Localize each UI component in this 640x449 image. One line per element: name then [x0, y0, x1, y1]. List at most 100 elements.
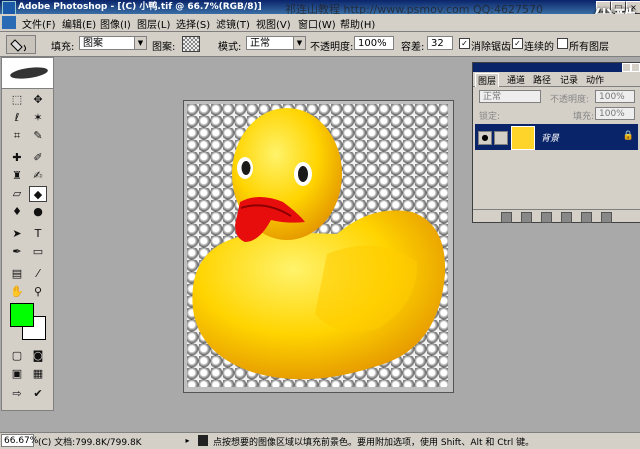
eyedropper-icon[interactable]: ⁄ — [29, 266, 47, 282]
menu-file[interactable]: 文件(F) — [22, 16, 56, 31]
tolerance-input[interactable]: 32 — [427, 36, 453, 50]
pattern-label: 图案: — [152, 42, 176, 53]
layer-name: 背景 — [541, 134, 560, 144]
toolbox-header[interactable] — [2, 58, 53, 89]
palette-minimize-button[interactable] — [622, 63, 631, 72]
imageready-icon[interactable]: ✔ — [29, 386, 47, 402]
layer-set-icon[interactable] — [541, 212, 552, 223]
tab-history[interactable]: 记录 — [560, 73, 578, 86]
layer-opacity-input[interactable]: 100% — [595, 90, 635, 103]
feather-logo-icon — [9, 65, 49, 81]
menu-bar: 文件(F) 编辑(E) 图像(I) 图层(L) 选择(S) 滤镜(T) 视图(V… — [0, 14, 640, 32]
photoshop-menu-icon[interactable] — [2, 16, 16, 29]
shape-icon[interactable]: ▭ — [29, 244, 47, 260]
layer-thumbnail — [511, 126, 535, 150]
layer-row-background[interactable]: ● 背景 🔒 — [475, 124, 638, 150]
antialias-checkbox[interactable]: ✓ — [459, 38, 470, 49]
notes-icon[interactable]: ▤ — [8, 266, 26, 282]
mode-select[interactable]: 正常 ▼ — [246, 36, 306, 50]
adjustment-layer-icon[interactable] — [561, 212, 572, 223]
magic-wand-icon[interactable]: ✶ — [29, 110, 47, 126]
options-bar: 填充: 图案 ▼ 图案: 模式: 正常 ▼ 不透明度: 100% 容差: 32 … — [0, 32, 640, 57]
jump-to-icon[interactable]: ⇨ — [8, 386, 26, 402]
dodge-icon[interactable]: ● — [29, 204, 47, 220]
eraser-icon[interactable]: ▱ — [8, 186, 26, 202]
zoom-field[interactable]: 66.67% — [1, 434, 38, 447]
paint-bucket-icon — [10, 39, 26, 52]
menu-window[interactable]: 窗口(W) — [298, 16, 336, 31]
tolerance-value: 32 — [431, 38, 444, 49]
document-info: (C) 文档:799.8K/799.8K — [38, 438, 142, 448]
delete-layer-icon[interactable] — [601, 212, 612, 223]
palette-titlebar[interactable] — [473, 63, 640, 72]
layer-mask-icon[interactable] — [521, 212, 532, 223]
tool-preset-picker[interactable] — [6, 35, 36, 54]
title-bar: Adobe Photoshop - [(C) 小鸭.tif @ 66.7%(RG… — [0, 0, 640, 16]
status-menu-arrow[interactable]: ▸ — [182, 435, 193, 446]
screen-mode-icon[interactable]: ▣ — [8, 366, 26, 382]
opacity-value: 100% — [358, 38, 387, 49]
layer-fill-input[interactable]: 100% — [595, 107, 635, 120]
tab-actions[interactable]: 动作 — [586, 73, 604, 86]
pattern-picker[interactable] — [182, 36, 200, 52]
layer-opacity-value: 100% — [599, 92, 625, 102]
menu-filter[interactable]: 滤镜(T) — [216, 16, 250, 31]
crop-icon[interactable]: ⌗ — [8, 128, 26, 144]
path-select-icon[interactable]: ➤ — [8, 226, 26, 242]
opacity-label: 不透明度: — [310, 42, 354, 53]
healing-brush-icon[interactable]: ✚ — [8, 150, 26, 166]
history-brush-icon[interactable]: ✍ — [29, 168, 47, 184]
layer-fill-label: 填充: — [573, 112, 595, 122]
type-icon[interactable]: T — [29, 226, 47, 242]
palette-bottom-bar — [473, 209, 640, 223]
hand-icon[interactable]: ✋ — [8, 284, 26, 300]
blend-mode-value: 正常 — [483, 92, 502, 102]
palette-close-button[interactable] — [631, 63, 640, 72]
fill-select[interactable]: 图案 ▼ — [79, 36, 147, 50]
layer-opacity-label: 不透明度: — [550, 95, 590, 105]
opacity-input[interactable]: 100% — [354, 36, 394, 50]
menu-select[interactable]: 选择(S) — [176, 16, 210, 31]
photoshop-app-icon — [2, 1, 16, 15]
tolerance-label: 容差: — [401, 42, 425, 53]
clone-stamp-icon[interactable]: ♜ — [8, 168, 26, 184]
mode-select-value: 正常 — [250, 38, 270, 49]
blur-icon[interactable]: ♦ — [8, 204, 26, 220]
fullscreen-mode-icon[interactable]: ▦ — [29, 366, 47, 382]
paint-bucket-tool-icon[interactable]: ◆ — [29, 186, 47, 202]
quickmask-off-icon[interactable]: ▢ — [8, 348, 26, 364]
lasso-icon[interactable]: ℓ — [8, 110, 26, 126]
slice-icon[interactable]: ✎ — [29, 128, 47, 144]
move-icon[interactable]: ✥ — [29, 92, 47, 108]
lock-label: 锁定: — [479, 112, 501, 122]
image-canvas[interactable] — [187, 104, 448, 387]
marquee-icon[interactable]: ⬚ — [8, 92, 26, 108]
contiguous-checkbox[interactable]: ✓ — [512, 38, 523, 49]
menu-image[interactable]: 图像(I) — [100, 16, 131, 31]
brush-link-icon[interactable] — [494, 131, 508, 145]
contiguous-label: 连续的 — [524, 42, 554, 53]
foreground-color-swatch[interactable] — [10, 303, 34, 327]
all-layers-checkbox[interactable] — [557, 38, 568, 49]
all-layers-label: 所有图层 — [569, 42, 609, 53]
menu-help[interactable]: 帮助(H) — [340, 16, 375, 31]
layer-style-icon[interactable] — [501, 212, 512, 223]
pen-icon[interactable]: ✒ — [8, 244, 26, 260]
brush-icon[interactable]: ✐ — [29, 150, 47, 166]
menu-edit[interactable]: 编辑(E) — [62, 16, 96, 31]
eye-icon[interactable]: ● — [478, 131, 492, 145]
tab-paths[interactable]: 路径 — [533, 73, 551, 86]
blend-mode-select[interactable]: 正常 — [479, 90, 541, 103]
palette-tabs: 图层 通道 路径 记录 动作 — [473, 72, 640, 87]
tab-channels[interactable]: 通道 — [507, 73, 525, 86]
antialias-label: 消除锯齿 — [471, 42, 511, 53]
status-hint: 点按想要的图像区域以填充前景色。要用附加选项，使用 Shift、Alt 和 Ct… — [213, 438, 535, 448]
menu-view[interactable]: 视图(V) — [256, 16, 291, 31]
zoom-icon[interactable]: ⚲ — [29, 284, 47, 300]
quickmask-on-icon[interactable]: ◙ — [29, 348, 47, 364]
fill-label: 填充: — [51, 42, 75, 53]
new-layer-icon[interactable] — [581, 212, 592, 223]
menu-layer[interactable]: 图层(L) — [137, 16, 170, 31]
tab-layers[interactable]: 图层 — [475, 73, 500, 87]
chevron-down-icon: ▼ — [134, 37, 146, 49]
